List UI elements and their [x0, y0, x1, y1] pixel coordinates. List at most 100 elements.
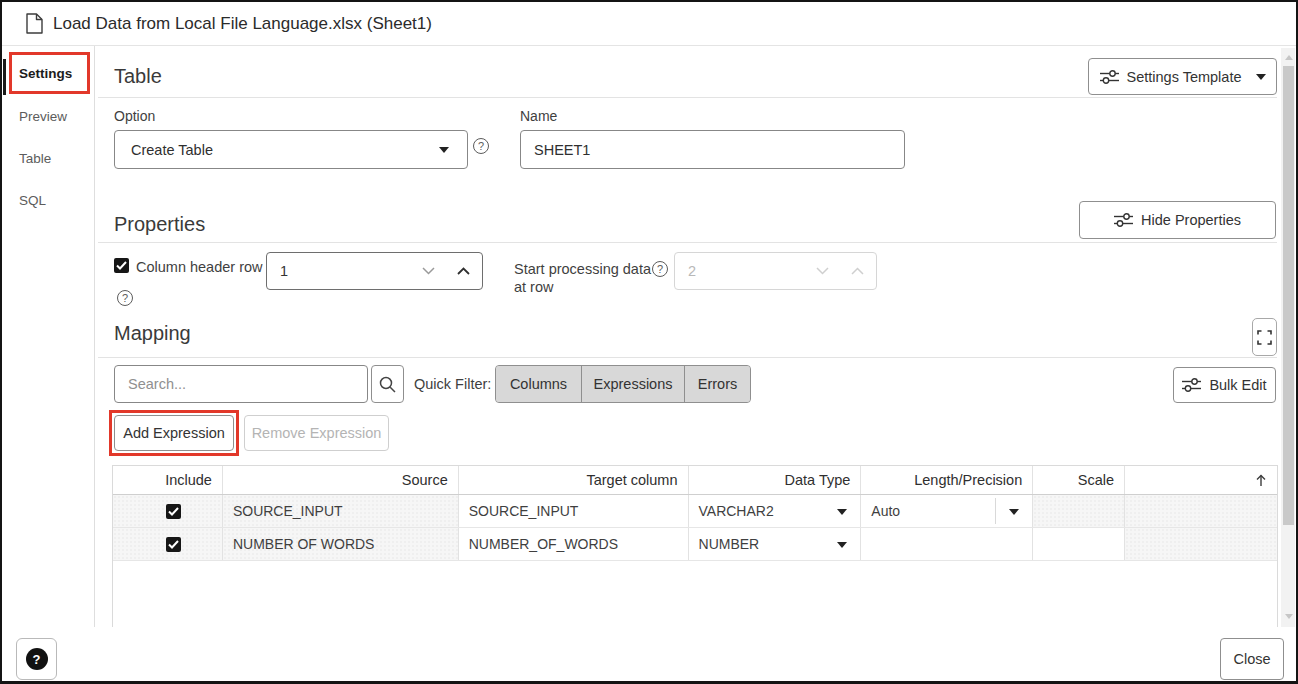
chevron-down-icon[interactable] [837, 542, 847, 548]
spinner-up-icon[interactable] [457, 267, 470, 275]
settings-template-label: Settings Template [1127, 69, 1242, 85]
start-processing-help-icon[interactable]: ? [652, 261, 668, 277]
column-header-row-help-icon[interactable]: ? [117, 290, 133, 306]
search-input[interactable] [115, 366, 367, 402]
check-icon [116, 261, 127, 270]
option-label: Option [114, 108, 155, 124]
sidebar-item-sql[interactable]: SQL [19, 193, 46, 208]
dialog-title: Load Data from Local File Language.xlsx … [53, 14, 432, 34]
remove-expression-label: Remove Expression [252, 425, 382, 441]
quick-filter-columns[interactable]: Columns [496, 366, 581, 402]
row1-include-checkbox[interactable] [166, 504, 181, 519]
close-label: Close [1233, 651, 1270, 667]
scrollbar-down-arrow[interactable] [1285, 614, 1293, 619]
grid-header-target-column[interactable]: Target column [459, 466, 689, 494]
search-icon [379, 376, 396, 393]
quick-filter-expressions[interactable]: Expressions [581, 366, 684, 402]
quick-filter-errors[interactable]: Errors [684, 366, 750, 402]
chevron-down-icon[interactable] [1009, 509, 1019, 515]
sliders-icon [1114, 213, 1133, 227]
spinner-value: 1 [267, 263, 422, 279]
option-select[interactable]: Create Table [114, 130, 468, 169]
scrollbar-thumb[interactable] [1283, 66, 1294, 525]
row2-target-cell[interactable]: NUMBER_OF_WORDS [459, 528, 689, 560]
row2-include-cell [113, 528, 223, 560]
mapping-section-divider [98, 357, 1277, 358]
name-input-box [520, 130, 905, 169]
hide-properties-label: Hide Properties [1141, 212, 1241, 228]
cell-divider [995, 498, 996, 524]
remove-expression-button: Remove Expression [244, 415, 389, 451]
mapping-grid: Include Source Target column Data Type L… [112, 465, 1278, 627]
sliders-icon [1182, 378, 1201, 392]
grid-header-include[interactable]: Include [113, 466, 223, 494]
row1-length-cell[interactable]: Auto [861, 495, 1033, 527]
row1-scale-cell [1033, 495, 1125, 527]
option-help-icon[interactable]: ? [473, 138, 489, 154]
column-header-row-checkbox[interactable] [114, 258, 129, 273]
row1-include-cell [113, 495, 223, 527]
table-section-divider [98, 97, 1277, 98]
grid-header-row: Include Source Target column Data Type L… [113, 466, 1277, 495]
sidebar-item-preview[interactable]: Preview [19, 109, 67, 124]
annotation-box-settings [9, 52, 90, 94]
start-processing-label: Start processing data at row [514, 260, 651, 296]
table-section-heading: Table [114, 65, 162, 88]
row2-data-type-cell[interactable]: NUMBER [689, 528, 862, 560]
chevron-down-icon [1256, 74, 1266, 80]
quick-filter-group: Columns Expressions Errors [495, 365, 751, 403]
search-box [114, 365, 368, 403]
row2-length-cell[interactable] [861, 528, 1033, 560]
help-button[interactable]: ? [16, 638, 57, 680]
maximize-button[interactable] [1252, 318, 1277, 356]
row1-data-type-value: VARCHAR2 [699, 503, 774, 519]
start-processing-label-line2: at row [514, 279, 554, 295]
search-button[interactable] [371, 365, 404, 403]
quick-filter-label: Quick Filter: [414, 376, 491, 392]
row2-scale-cell[interactable] [1033, 528, 1125, 560]
row2-data-type-value: NUMBER [699, 536, 760, 552]
row1-length-value: Auto [871, 503, 1032, 519]
settings-template-button[interactable]: Settings Template [1088, 58, 1277, 95]
row1-extra-cell [1125, 495, 1277, 527]
scrollbar-up-arrow[interactable] [1285, 55, 1293, 60]
grid-header-length-precision[interactable]: Length/Precision [861, 466, 1033, 494]
bulk-edit-label: Bulk Edit [1209, 377, 1266, 393]
spinner-down-icon[interactable] [422, 267, 435, 275]
row2-extra-cell [1125, 528, 1277, 560]
grid-header-scale[interactable]: Scale [1033, 466, 1125, 494]
name-input[interactable] [521, 131, 904, 168]
sidebar-item-table[interactable]: Table [19, 151, 51, 166]
row2-include-checkbox[interactable] [166, 537, 181, 552]
load-data-dialog: Load Data from Local File Language.xlsx … [0, 0, 1298, 684]
column-header-row-spinner[interactable]: 1 [266, 252, 483, 290]
active-tab-indicator [3, 59, 6, 95]
hide-properties-button[interactable]: Hide Properties [1079, 201, 1276, 239]
name-label: Name [520, 108, 557, 124]
properties-section-heading: Properties [114, 213, 205, 236]
row1-data-type-cell[interactable]: VARCHAR2 [689, 495, 862, 527]
option-value: Create Table [115, 142, 439, 158]
row2-source-cell: NUMBER OF WORDS [223, 528, 459, 560]
start-processing-spinner: 2 [674, 252, 877, 290]
help-icon: ? [26, 648, 48, 670]
close-button[interactable]: Close [1220, 638, 1284, 680]
sliders-icon [1100, 70, 1119, 84]
sort-ascending-icon [1255, 473, 1267, 488]
title-bar: Load Data from Local File Language.xlsx … [2, 2, 1296, 46]
grid-row-1: SOURCE_INPUT SOURCE_INPUT VARCHAR2 Auto [113, 495, 1277, 528]
grid-row-2: NUMBER OF WORDS NUMBER_OF_WORDS NUMBER [113, 528, 1277, 561]
bulk-edit-button[interactable]: Bulk Edit [1173, 367, 1276, 403]
grid-header-sort[interactable] [1125, 466, 1277, 494]
chevron-down-icon [439, 147, 449, 153]
row1-target-cell[interactable]: SOURCE_INPUT [459, 495, 689, 527]
properties-section-divider [98, 242, 1277, 243]
annotation-box-add-expression [109, 410, 239, 456]
vertical-scrollbar[interactable] [1281, 48, 1295, 627]
grid-header-data-type[interactable]: Data Type [689, 466, 862, 494]
maximize-icon [1257, 330, 1272, 345]
grid-header-source[interactable]: Source [223, 466, 459, 494]
mapping-section-heading: Mapping [114, 322, 191, 345]
spinner-up-icon [851, 267, 864, 275]
chevron-down-icon[interactable] [837, 509, 847, 515]
